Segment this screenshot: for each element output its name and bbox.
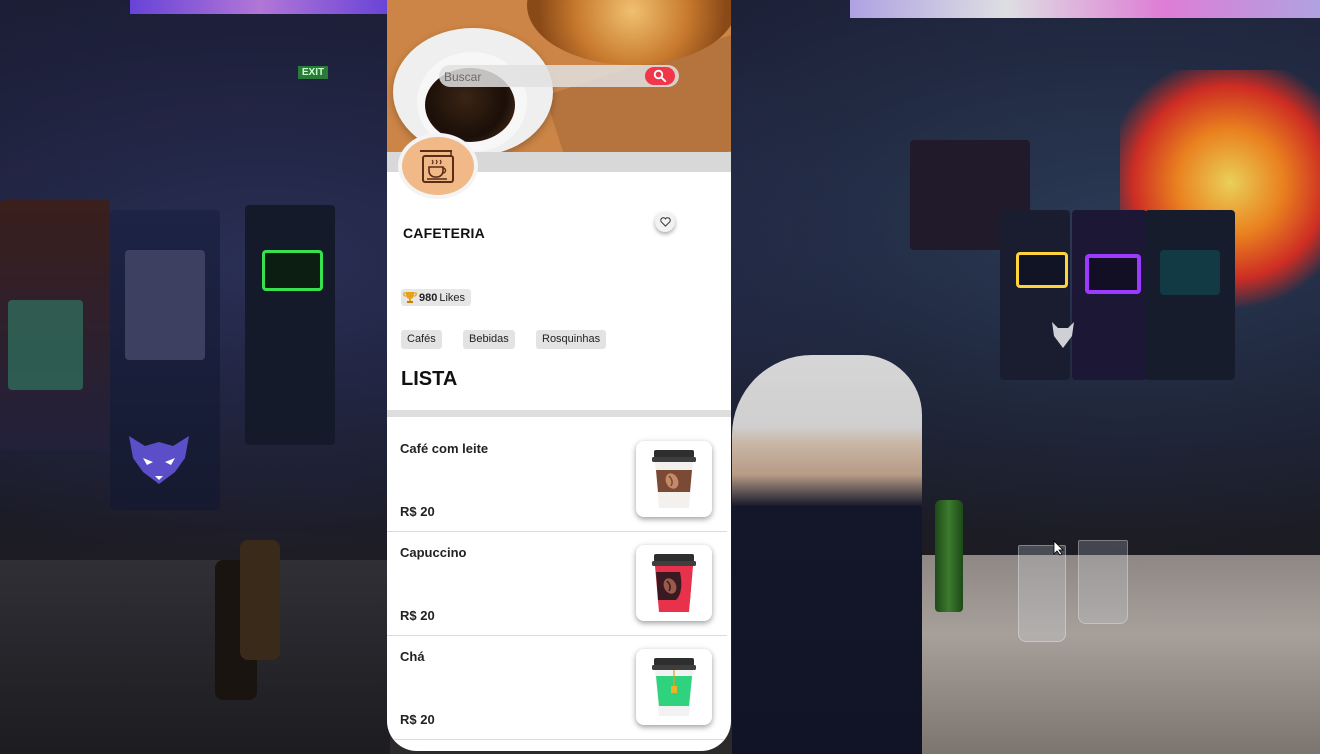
bottle	[240, 540, 280, 660]
arcade-machine	[1072, 210, 1147, 380]
wolf-emblem-icon	[1052, 322, 1074, 348]
phone-app-window: CAFETERIA 980 Likes Cafés Bebidas Rosqui…	[387, 0, 731, 751]
likes-count: 980	[419, 291, 438, 304]
category-chip-rosquinhas[interactable]: Rosquinhas	[536, 330, 607, 349]
arcade-screen	[1160, 250, 1220, 295]
product-price: R$ 20	[400, 608, 435, 623]
section-divider	[387, 410, 731, 417]
fox-logo-icon	[129, 436, 189, 484]
item-separator	[387, 739, 727, 740]
store-name: CAFETERIA	[403, 225, 485, 241]
arcade-screen	[1016, 252, 1068, 288]
glass	[1018, 545, 1066, 642]
product-item-cha[interactable]: Chá R$ 20	[387, 636, 731, 740]
search-icon	[653, 69, 667, 83]
arcade-machine	[245, 205, 335, 445]
product-name: Café com leite	[400, 441, 489, 456]
store-logo	[398, 133, 478, 199]
arcade-screen	[262, 250, 323, 291]
exit-sign: EXIT	[298, 66, 328, 79]
product-thumbnail[interactable]	[636, 649, 712, 725]
likes-label: Likes	[439, 291, 466, 304]
product-item-cafe-com-leite[interactable]: Café com leite R$ 20	[387, 428, 731, 532]
bottle	[935, 500, 963, 612]
tea-cup-green-icon	[652, 658, 696, 716]
favorite-button[interactable]	[655, 212, 675, 232]
neon-light-right	[850, 0, 1320, 18]
arcade-machine	[1000, 210, 1070, 380]
arcade-screen	[125, 250, 205, 360]
category-chip-cafes[interactable]: Cafés	[401, 330, 442, 349]
arcade-screen	[8, 300, 83, 390]
product-name: Chá	[400, 649, 425, 664]
product-price: R$ 20	[400, 712, 435, 727]
bar-counter	[0, 560, 390, 754]
glass	[1078, 540, 1128, 624]
coffee-cup-red-icon	[652, 554, 696, 612]
coffee-shop-sign-icon	[420, 150, 454, 183]
list-heading: LISTA	[401, 368, 458, 390]
trophy-icon	[403, 292, 417, 303]
category-chip-bebidas[interactable]: Bebidas	[463, 330, 515, 349]
search-input[interactable]	[442, 67, 636, 87]
arcade-machine	[1145, 210, 1235, 380]
product-name: Capuccino	[400, 545, 467, 560]
product-item-capuccino[interactable]: Capuccino R$ 20	[387, 532, 731, 636]
product-thumbnail[interactable]	[636, 441, 712, 517]
arcade-screen	[1085, 254, 1141, 294]
heart-icon	[659, 217, 671, 227]
likes-badge: 980 Likes	[401, 289, 472, 306]
product-price: R$ 20	[400, 504, 435, 519]
coffee-cup-brown-icon	[652, 450, 696, 508]
player-character	[732, 355, 922, 754]
product-thumbnail[interactable]	[636, 545, 712, 621]
search-bar	[439, 65, 679, 87]
neon-light-left	[130, 0, 390, 14]
mouse-cursor-icon	[1053, 540, 1064, 556]
search-button[interactable]	[645, 67, 675, 85]
